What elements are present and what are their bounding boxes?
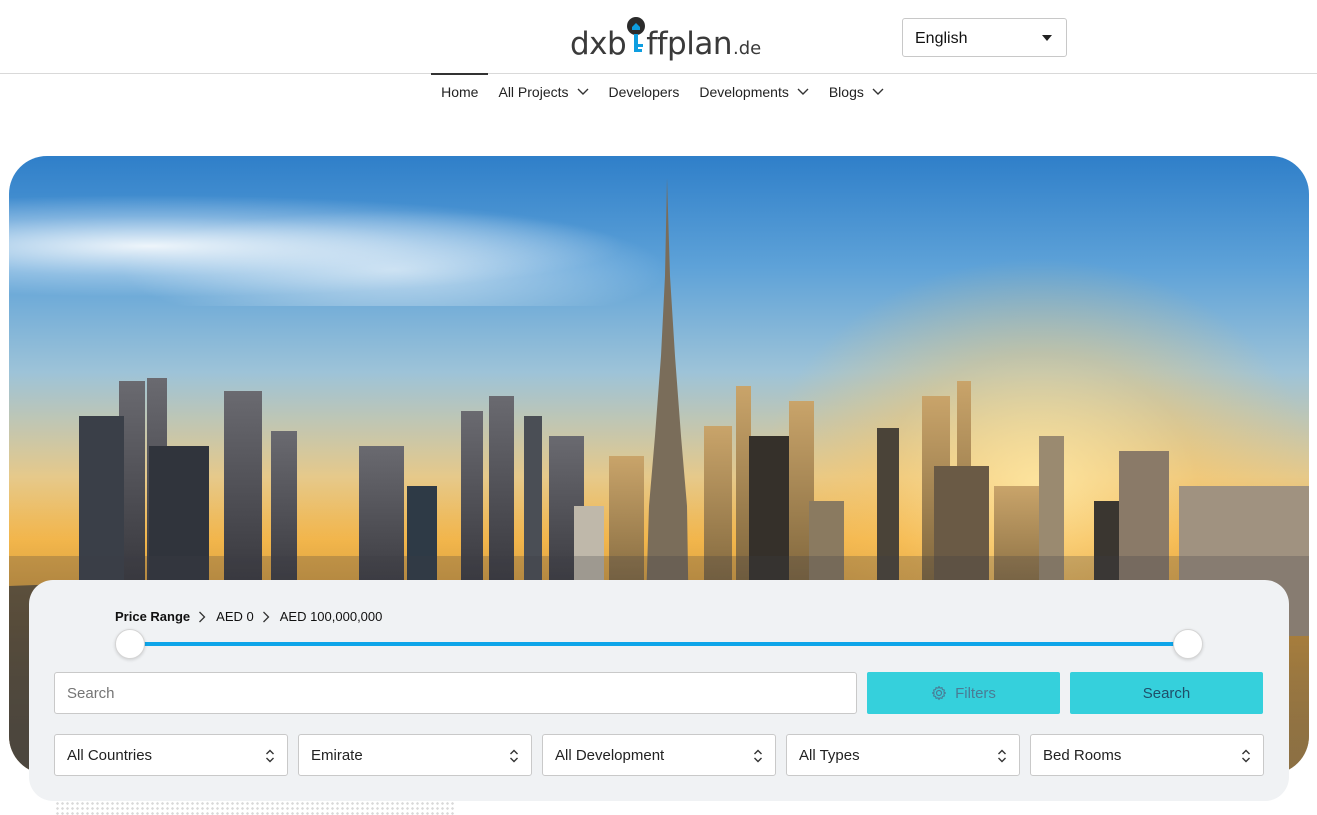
type-select-value: All Types bbox=[799, 747, 860, 764]
nav-item-label: Developments bbox=[699, 84, 789, 100]
development-select-value: All Development bbox=[555, 747, 665, 764]
nav-item-label: Home bbox=[441, 84, 479, 100]
nav-item-developments[interactable]: Developments bbox=[689, 74, 819, 110]
logo-tld: .de bbox=[732, 38, 762, 59]
main-nav: Home All Projects Developers Developments Bl… bbox=[0, 73, 1317, 110]
bedrooms-select[interactable]: Bed Rooms bbox=[1030, 734, 1264, 776]
nav-item-home[interactable]: Home bbox=[431, 73, 489, 110]
country-select[interactable]: All Countries bbox=[54, 734, 288, 776]
chevron-down-icon bbox=[577, 88, 589, 95]
price-max-handle[interactable] bbox=[1173, 629, 1203, 659]
type-select[interactable]: All Types bbox=[786, 734, 1020, 776]
up-down-chevron-icon bbox=[1242, 749, 1250, 763]
filters-button[interactable]: Filters bbox=[867, 672, 1060, 714]
up-down-chevron-icon bbox=[266, 749, 274, 763]
bedrooms-select-value: Bed Rooms bbox=[1043, 747, 1122, 764]
nav-item-label: All Projects bbox=[498, 84, 569, 100]
decorative-dot-pattern bbox=[55, 801, 455, 815]
chevron-right-icon bbox=[262, 611, 270, 623]
site-logo[interactable]: dxb ffplan .de bbox=[570, 14, 761, 62]
filters-label: Filters bbox=[955, 684, 996, 702]
caret-down-icon bbox=[1042, 35, 1052, 41]
up-down-chevron-icon bbox=[510, 749, 518, 763]
emirate-select[interactable]: Emirate bbox=[298, 734, 532, 776]
country-select-value: All Countries bbox=[67, 747, 153, 764]
search-button[interactable]: Search bbox=[1070, 672, 1263, 714]
search-label: Search bbox=[1142, 684, 1191, 702]
search-input[interactable] bbox=[54, 672, 857, 714]
price-max-label: AED 100,000,000 bbox=[279, 609, 383, 624]
chevron-right-icon bbox=[198, 611, 206, 623]
chevron-down-icon bbox=[872, 88, 884, 95]
emirate-select-value: Emirate bbox=[311, 747, 363, 764]
nav-item-label: Blogs bbox=[828, 84, 864, 100]
property-search-panel: Price Range AED 0 AED 100,000,000 Filter… bbox=[29, 580, 1289, 801]
gear-icon bbox=[932, 685, 947, 701]
top-header: dxb ffplan .de English bbox=[0, 0, 1317, 74]
up-down-chevron-icon bbox=[998, 749, 1006, 763]
nav-item-label: Developers bbox=[608, 84, 680, 100]
nav-item-all-projects[interactable]: All Projects bbox=[488, 74, 598, 110]
nav-item-developers[interactable]: Developers bbox=[599, 74, 690, 110]
price-min-handle[interactable] bbox=[115, 629, 145, 659]
price-range-label: Price Range AED 0 AED 100,000,000 bbox=[115, 609, 382, 624]
language-select[interactable]: English bbox=[902, 18, 1067, 57]
key-logo-icon bbox=[625, 14, 647, 54]
logo-text-left: dxb bbox=[570, 26, 627, 62]
price-min-label: AED 0 bbox=[216, 609, 254, 624]
logo-text-right: ffplan bbox=[646, 26, 732, 62]
nav-item-blogs[interactable]: Blogs bbox=[819, 74, 894, 110]
price-range-track[interactable] bbox=[130, 642, 1188, 646]
development-select[interactable]: All Development bbox=[542, 734, 776, 776]
price-range-title: Price Range bbox=[115, 609, 191, 624]
up-down-chevron-icon bbox=[754, 749, 762, 763]
language-selected: English bbox=[915, 30, 968, 47]
chevron-down-icon bbox=[797, 88, 809, 95]
